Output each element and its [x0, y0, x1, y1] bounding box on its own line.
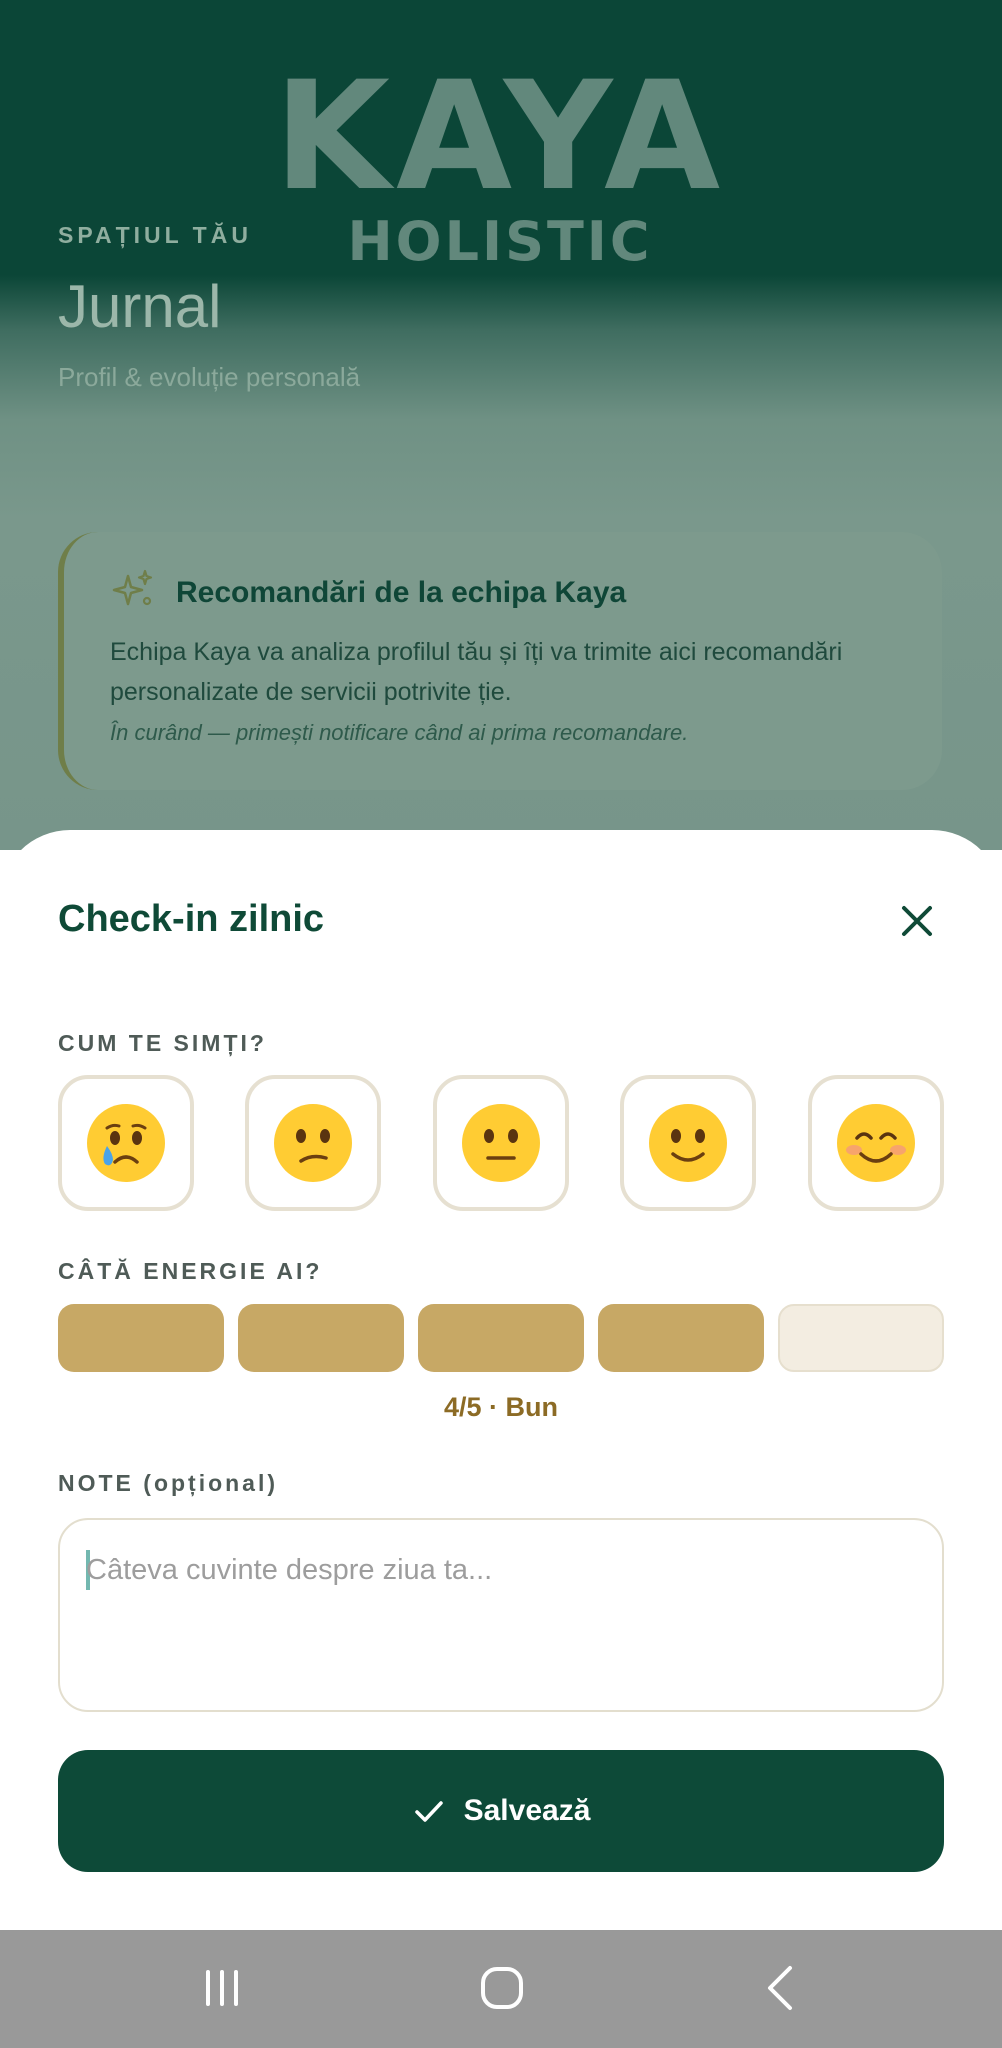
mood-option-neutral[interactable]: [433, 1075, 569, 1211]
recommendations-title: Recomandări de la echipa Kaya: [176, 576, 627, 609]
recommendations-body: Echipa Kaya va analiza profilul tău și î…: [110, 638, 843, 706]
energy-label: CÂTĂ ENERGIE AI?: [58, 1258, 323, 1284]
close-icon[interactable]: [890, 894, 944, 948]
notes-label: NOTE (opțional): [58, 1470, 279, 1496]
mood-label: CUM TE SIMȚI?: [58, 1030, 267, 1056]
slightly-smiling-face-icon: [649, 1104, 727, 1182]
recommendations-card: Recomandări de la echipa Kaya Echipa Kay…: [58, 532, 942, 790]
energy-readout: 4/5 · Bun: [443, 1392, 558, 1422]
logo-subtitle: HOLISTIC: [347, 210, 653, 273]
save-button-label: Salvează: [463, 1794, 591, 1827]
mood-option-crying[interactable]: [58, 1075, 194, 1211]
checkin-bottom-sheet: Check-in zilnic CUM TE SIMȚI? CÂTĂ ENERG…: [0, 830, 1002, 1930]
mood-option-confused[interactable]: [245, 1075, 381, 1211]
energy-level-3[interactable]: [418, 1304, 584, 1372]
logo-word: KAYA: [273, 50, 727, 224]
page-title: Jurnal: [58, 273, 222, 340]
background-page: KAYA HOLISTIC SPAȚIUL TĂU Jurnal Profil …: [0, 0, 1002, 850]
mood-selector: [58, 1075, 944, 1211]
energy-level-2[interactable]: [238, 1304, 404, 1372]
page-subtitle: Profil & evoluție personală: [58, 362, 361, 392]
section-eyebrow: SPAȚIUL TĂU: [58, 222, 252, 248]
save-button[interactable]: Salvează: [58, 1750, 944, 1872]
confused-face-icon: [274, 1104, 352, 1182]
mood-option-slightly-smiling[interactable]: [620, 1075, 756, 1211]
energy-level-4[interactable]: [598, 1304, 764, 1372]
recommendations-note: În curând — primești notificare când ai …: [110, 720, 689, 745]
sparkles-icon: [112, 569, 153, 606]
neutral-face-icon: [462, 1104, 540, 1182]
energy-selector: [58, 1304, 944, 1372]
home-icon[interactable]: [472, 1958, 532, 2018]
mood-option-smiling[interactable]: [808, 1075, 944, 1211]
system-navigation-bar: [0, 1930, 1002, 2048]
notes-field[interactable]: [58, 1518, 944, 1712]
kaya-holistic-logo: KAYA HOLISTIC: [260, 62, 740, 272]
recent-apps-icon[interactable]: [192, 1958, 252, 2018]
check-icon: [414, 1801, 443, 1822]
notes-input[interactable]: [86, 1540, 916, 1600]
crying-face-icon: [87, 1104, 165, 1182]
energy-level-1[interactable]: [58, 1304, 224, 1372]
back-icon[interactable]: [752, 1958, 812, 2018]
energy-level-5[interactable]: [778, 1304, 944, 1372]
smiling-blushing-face-icon: [837, 1104, 915, 1182]
sheet-title: Check-in zilnic: [58, 898, 325, 940]
